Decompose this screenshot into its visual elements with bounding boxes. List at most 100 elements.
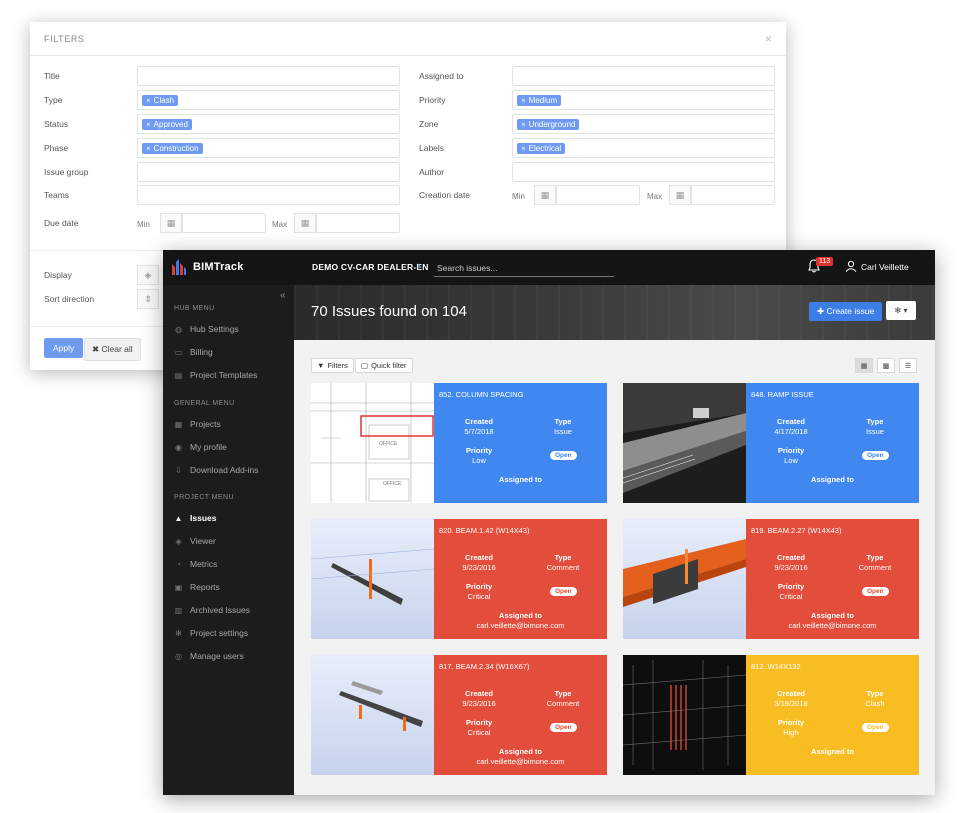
sidebar-item-issues[interactable]: ▲ Issues bbox=[174, 510, 292, 526]
teams-input[interactable] bbox=[137, 185, 400, 205]
hub-menu-title: HUB MENU bbox=[174, 305, 215, 312]
page-title: 70 Issues found on 104 bbox=[311, 303, 467, 320]
priority-label: Priority bbox=[777, 446, 805, 455]
logo[interactable]: BIMTrack bbox=[171, 258, 244, 276]
calendar-icon[interactable]: ▦ bbox=[669, 185, 691, 205]
sidebar-item-label: Archived Issues bbox=[190, 605, 250, 615]
issue-card[interactable]: 817. BEAM.2.34 (W16X67) Created 9/23/2016… bbox=[311, 655, 607, 775]
priority-value: Critical bbox=[467, 728, 491, 737]
phase-input[interactable]: × Construction bbox=[137, 138, 400, 158]
issue-card[interactable]: OFFICE OFFICE 852. COLUMN SPACING Create… bbox=[311, 383, 607, 503]
sidebar-item-viewer[interactable]: ◈ Viewer bbox=[174, 533, 292, 549]
sidebar-item-hub-settings[interactable]: ◍ Hub Settings bbox=[174, 321, 292, 337]
remove-tag-icon[interactable]: × bbox=[521, 144, 526, 153]
bimtrack-app: BIMTrack DEMO CV-CAR DEALER-EN › 113 Car… bbox=[163, 250, 935, 795]
issue-card[interactable]: 819. BEAM.2.27 (W14X43) Created 9/23/2016… bbox=[623, 519, 919, 639]
chevron-right-icon[interactable]: › bbox=[417, 260, 421, 272]
user-name[interactable]: Carl Veillette bbox=[861, 262, 909, 272]
title-input[interactable] bbox=[137, 66, 400, 86]
sidebar-item-reports[interactable]: ▣ Reports bbox=[174, 579, 292, 595]
search-input[interactable] bbox=[434, 259, 614, 277]
sidebar-item-project-settings[interactable]: ✻ Project settings bbox=[174, 625, 292, 641]
list-view-icon[interactable]: ☰ bbox=[899, 358, 917, 373]
issue-card[interactable]: 848. RAMP ISSUE Created 4/17/2018 Type Iss… bbox=[623, 383, 919, 503]
creation-max-input[interactable] bbox=[691, 185, 775, 205]
layers-icon[interactable]: ◈ bbox=[137, 265, 159, 285]
sidebar-item-my-profile[interactable]: ◉ My profile bbox=[174, 439, 292, 455]
filters-button[interactable]: ▼ Filters bbox=[311, 358, 354, 373]
issue-info: 812. W14X132 Created 3/19/2018 Type Clash … bbox=[746, 655, 919, 775]
sidebar-item-download-add-ins[interactable]: ⇩ Download Add-ins bbox=[174, 462, 292, 478]
project-name[interactable]: DEMO CV-CAR DEALER-EN bbox=[312, 262, 429, 272]
due-min-input[interactable] bbox=[182, 213, 266, 233]
notification-badge[interactable]: 113 bbox=[816, 257, 834, 266]
assigned-to-input[interactable] bbox=[512, 66, 775, 86]
assigned-to-label: Assigned to bbox=[499, 611, 542, 620]
calendar-icon[interactable]: ▦ bbox=[294, 213, 316, 233]
archive-icon: ▥ bbox=[174, 605, 183, 615]
sidebar-item-label: Viewer bbox=[190, 536, 216, 546]
sidebar-item-manage-users[interactable]: ◎ Manage users bbox=[174, 648, 292, 664]
create-issue-label: Create issue bbox=[826, 306, 875, 316]
creation-date-label: Creation date bbox=[419, 190, 471, 200]
due-max-input[interactable] bbox=[316, 213, 400, 233]
sidebar-item-label: Billing bbox=[190, 347, 213, 357]
phase-label: Phase bbox=[44, 143, 69, 153]
sidebar-item-project-templates[interactable]: ▤ Project Templates bbox=[174, 367, 292, 383]
status-tag[interactable]: × Approved bbox=[142, 118, 192, 130]
clear-all-button[interactable]: ✖ Clear all bbox=[84, 338, 141, 361]
issue-thumbnail bbox=[623, 655, 746, 775]
close-icon[interactable]: × bbox=[765, 32, 772, 46]
phase-tag[interactable]: × Construction bbox=[142, 142, 203, 154]
creation-min-input[interactable] bbox=[556, 185, 640, 205]
calendar-icon[interactable]: ▦ bbox=[534, 185, 556, 205]
sidebar-item-label: My profile bbox=[190, 442, 227, 452]
remove-tag-icon[interactable]: × bbox=[521, 120, 526, 129]
author-input[interactable] bbox=[512, 162, 775, 182]
remove-tag-icon[interactable]: × bbox=[146, 144, 151, 153]
user-icon[interactable] bbox=[845, 260, 857, 275]
type-value: Issue bbox=[554, 427, 572, 436]
issue-title: 819. BEAM.2.27 (W14X43) bbox=[751, 526, 842, 535]
collapse-sidebar-icon[interactable]: « bbox=[280, 290, 286, 301]
creation-max-label: Max bbox=[647, 192, 663, 201]
remove-tag-icon[interactable]: × bbox=[146, 120, 151, 129]
type-input[interactable]: × Clash bbox=[137, 90, 400, 110]
sidebar-item-label: Project settings bbox=[190, 628, 249, 638]
sidebar-item-label: Issues bbox=[190, 513, 217, 523]
priority-input[interactable]: × Medium bbox=[512, 90, 775, 110]
status-input[interactable]: × Approved bbox=[137, 114, 400, 134]
settings-dropdown-button[interactable]: ✻ ▾ bbox=[886, 301, 916, 320]
calendar-icon[interactable]: ▦ bbox=[160, 213, 182, 233]
assigned-to-label: Assigned to bbox=[811, 611, 854, 620]
issue-group-input[interactable] bbox=[137, 162, 400, 182]
apply-button[interactable]: Apply bbox=[44, 338, 84, 358]
priority-tag[interactable]: × Medium bbox=[517, 94, 562, 106]
zone-tag[interactable]: × Underground bbox=[517, 118, 580, 130]
large-grid-view-icon[interactable]: ▦ bbox=[855, 358, 873, 373]
remove-tag-icon[interactable]: × bbox=[146, 96, 151, 105]
sort-icon[interactable]: ⇕ bbox=[137, 289, 159, 309]
issue-thumbnail: OFFICE OFFICE bbox=[311, 383, 434, 503]
sidebar-item-label: Hub Settings bbox=[190, 324, 239, 334]
small-grid-view-icon[interactable]: ▩ bbox=[877, 358, 895, 373]
labels-tag[interactable]: × Electrical bbox=[517, 142, 566, 154]
labels-input[interactable]: × Electrical bbox=[512, 138, 775, 158]
issue-card[interactable]: 812. W14X132 Created 3/19/2018 Type Clash … bbox=[623, 655, 919, 775]
created-label: Created bbox=[465, 689, 493, 698]
issue-card[interactable]: 820. BEAM.1.42 (W14X43) Created 9/23/2016… bbox=[311, 519, 607, 639]
sidebar-item-projects[interactable]: ▦ Projects bbox=[174, 416, 292, 432]
type-value: Issue bbox=[866, 427, 884, 436]
sidebar-item-metrics[interactable]: ◔ Metrics bbox=[174, 556, 292, 572]
issue-title: 812. W14X132 bbox=[751, 662, 801, 671]
sidebar-item-billing[interactable]: ▭ Billing bbox=[174, 344, 292, 360]
remove-tag-icon[interactable]: × bbox=[521, 96, 526, 105]
create-issue-button[interactable]: ✚ Create issue bbox=[809, 302, 883, 321]
status-badge: Open bbox=[550, 451, 577, 460]
status-badge: Open bbox=[862, 587, 889, 596]
type-tag[interactable]: × Clash bbox=[142, 94, 179, 106]
type-label: Type bbox=[866, 553, 884, 562]
zone-input[interactable]: × Underground bbox=[512, 114, 775, 134]
sidebar-item-archived-issues[interactable]: ▥ Archived Issues bbox=[174, 602, 292, 618]
quick-filter-button[interactable]: ▢ Quick filter bbox=[355, 358, 413, 373]
